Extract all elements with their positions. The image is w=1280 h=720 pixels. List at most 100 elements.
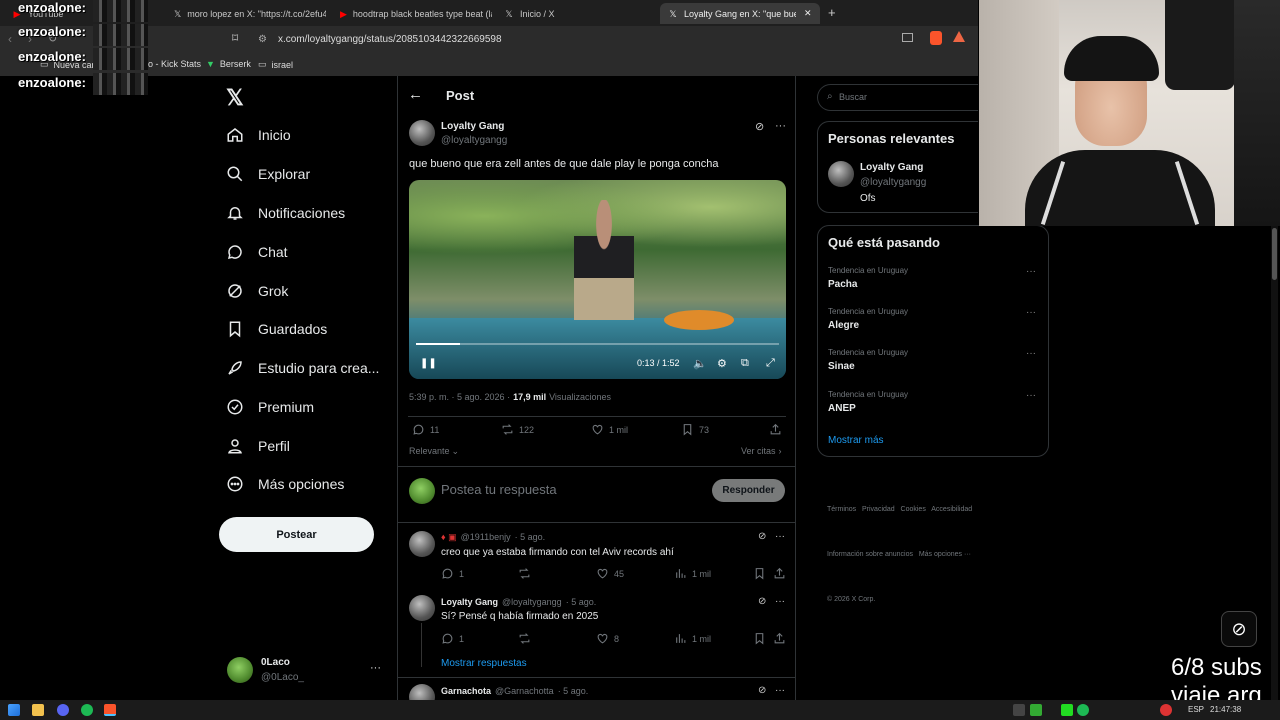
- tab-moro-lopez[interactable]: 𝕏moro lopez en X: "https://t.co/2efu4l: [166, 3, 326, 24]
- sort-dropdown[interactable]: Relevante ⌄: [409, 446, 459, 457]
- nav-guardados[interactable]: Guardados: [226, 320, 327, 338]
- grok-icon[interactable]: ⊘: [758, 596, 766, 607]
- repost-button[interactable]: 122: [501, 423, 534, 436]
- reply-input[interactable]: Postea tu respuesta: [441, 482, 557, 497]
- discord-icon[interactable]: [57, 704, 69, 716]
- spotify-icon[interactable]: [81, 704, 93, 716]
- reply-handle[interactable]: @1911benjy: [461, 532, 511, 543]
- bookmark-button[interactable]: [753, 632, 766, 645]
- nav-perfil[interactable]: Perfil: [226, 437, 290, 455]
- author-avatar[interactable]: [409, 120, 435, 146]
- url-field[interactable]: ⚙ x.com/loyaltygangg/status/2085103442322…: [250, 30, 890, 50]
- pip-icon[interactable]: ⧉: [741, 357, 749, 370]
- bookmark-kick-stats[interactable]: o - Kick Stats: [148, 59, 201, 69]
- share-button[interactable]: [773, 567, 786, 580]
- bookmark-button[interactable]: [753, 567, 766, 580]
- footer-links[interactable]: Términos Privacidad Cookies Accesibilida…: [827, 472, 972, 622]
- footer-line[interactable]: Información sobre anuncios Más opciones …: [827, 547, 972, 562]
- grok-floating-icon[interactable]: ⊘: [1221, 611, 1257, 647]
- bookmark-israel[interactable]: ▭ israel: [258, 59, 293, 70]
- share-button[interactable]: [773, 632, 786, 645]
- tray-icon[interactable]: [1160, 704, 1172, 716]
- tray-spotify-icon[interactable]: [1077, 704, 1089, 716]
- tray-icon[interactable]: [1013, 704, 1025, 716]
- start-icon[interactable]: [8, 704, 20, 716]
- view-quotes-link[interactable]: Ver citas ›: [741, 446, 782, 456]
- nav-notificaciones[interactable]: Notificaciones: [226, 204, 345, 222]
- tray-icon[interactable]: [1061, 704, 1073, 716]
- account-avatar[interactable]: [227, 657, 253, 683]
- views-button[interactable]: 1 mil: [674, 567, 711, 580]
- reply-handle[interactable]: @loyaltygangg: [502, 597, 562, 607]
- reply-menu-icon[interactable]: ···: [775, 531, 785, 542]
- grok-icon[interactable]: ⊘: [755, 120, 764, 133]
- reply-name[interactable]: Garnachota: [441, 686, 491, 696]
- bookmark-berserk[interactable]: ▼ Berserk: [206, 59, 251, 69]
- reply-avatar[interactable]: [409, 595, 435, 621]
- scrollbar-thumb[interactable]: [1272, 228, 1277, 280]
- tray-icon[interactable]: [1030, 704, 1042, 716]
- trend-item[interactable]: Tendencia en Uruguay Sinae: [828, 348, 908, 372]
- share-button[interactable]: [769, 423, 782, 436]
- like-button[interactable]: 8: [596, 632, 619, 645]
- close-tab-icon[interactable]: ✕: [804, 8, 812, 19]
- language-indicator[interactable]: ESP: [1188, 705, 1204, 714]
- back-arrow-icon[interactable]: ←: [408, 86, 423, 103]
- nav-chat[interactable]: Chat: [226, 243, 288, 261]
- grok-icon[interactable]: ⊘: [758, 685, 766, 696]
- file-explorer-icon[interactable]: [32, 704, 44, 716]
- reply-menu-icon[interactable]: ···: [775, 685, 785, 696]
- nav-grok[interactable]: Grok: [226, 282, 288, 300]
- footer-line[interactable]: Términos Privacidad Cookies Accesibilida…: [827, 502, 972, 517]
- trend-menu-icon[interactable]: ···: [1026, 348, 1036, 359]
- nav-inicio[interactable]: Inicio: [226, 126, 291, 144]
- reply-button[interactable]: 1: [441, 632, 464, 645]
- repost-button[interactable]: [518, 632, 531, 645]
- nav-premium[interactable]: Premium: [226, 398, 314, 416]
- volume-icon[interactable]: 🔈: [693, 357, 707, 370]
- tab-inicio[interactable]: 𝕏 Inicio / X: [496, 3, 656, 24]
- clock[interactable]: 21:47:38: [1210, 705, 1241, 714]
- brave-shield-icon[interactable]: [930, 31, 942, 45]
- reply-button[interactable]: 1: [441, 567, 464, 580]
- nav-explorar[interactable]: Explorar: [226, 165, 310, 183]
- nav-estudio[interactable]: Estudio para crea...: [226, 359, 379, 377]
- video-progress-track[interactable]: [416, 343, 779, 345]
- site-info-icon[interactable]: ⚙: [258, 30, 267, 50]
- nav-mas-opciones[interactable]: Más opciones: [226, 475, 344, 493]
- like-button[interactable]: 1 mil: [591, 423, 628, 436]
- trend-item[interactable]: Tendencia en Uruguay Alegre: [828, 307, 908, 331]
- search-input[interactable]: ⌕ Buscar: [817, 84, 978, 111]
- author-handle[interactable]: @loyaltygangg: [441, 135, 507, 146]
- cast-icon[interactable]: [902, 33, 913, 42]
- trend-item[interactable]: Tendencia en Uruguay Pacha: [828, 266, 908, 290]
- bookmark-button[interactable]: 73: [681, 423, 709, 436]
- trend-item[interactable]: Tendencia en Uruguay ANEP: [828, 390, 908, 414]
- back-icon[interactable]: ‹: [8, 32, 12, 46]
- views-button[interactable]: 1 mil: [674, 632, 711, 645]
- fullscreen-icon[interactable]: ⤢: [766, 357, 775, 370]
- x-logo-icon[interactable]: 𝕏: [226, 85, 244, 111]
- scrollbar[interactable]: [1271, 226, 1278, 700]
- repost-button[interactable]: [518, 567, 531, 580]
- reply-name[interactable]: Loyalty Gang: [441, 597, 498, 607]
- show-more-link[interactable]: Mostrar más: [828, 435, 884, 446]
- brave-icon[interactable]: [104, 704, 116, 716]
- trend-menu-icon[interactable]: ···: [1026, 266, 1036, 277]
- reply-menu-icon[interactable]: ···: [775, 596, 785, 607]
- trend-menu-icon[interactable]: ···: [1026, 307, 1036, 318]
- like-button[interactable]: 45: [596, 567, 624, 580]
- pause-icon[interactable]: ❚❚: [420, 358, 437, 369]
- responder-button[interactable]: Responder: [712, 479, 785, 502]
- video-player[interactable]: ❚❚ 0:13 / 1:52 🔈 ⚙ ⧉ ⤢: [409, 180, 786, 379]
- settings-icon[interactable]: ⚙: [717, 357, 727, 370]
- reply-handle[interactable]: @Garnachotta: [495, 686, 554, 696]
- postear-button[interactable]: Postear: [219, 517, 374, 552]
- bookmark-page-icon[interactable]: ⌑: [232, 31, 238, 45]
- relevant-name[interactable]: Loyalty Gang: [860, 162, 923, 173]
- reply-avatar[interactable]: [409, 531, 435, 557]
- show-replies-link[interactable]: Mostrar respuestas: [441, 658, 527, 669]
- tab-loyalty-gang[interactable]: 𝕏 Loyalty Gang en X: "que buen ✕: [660, 3, 820, 24]
- new-tab-button[interactable]: +: [828, 5, 836, 20]
- author-name[interactable]: Loyalty Gang: [441, 121, 504, 132]
